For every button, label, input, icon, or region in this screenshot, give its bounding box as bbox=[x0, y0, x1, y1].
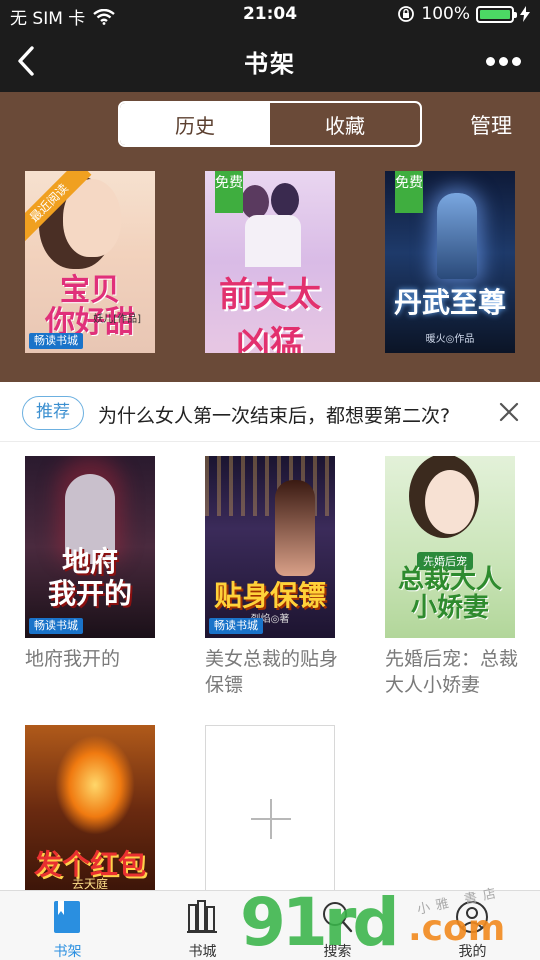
tab-history[interactable]: 历史 bbox=[120, 103, 270, 145]
book-cover-hongbao[interactable]: 发个红包 去天庭 bbox=[25, 725, 155, 895]
recommend-tag: 推荐 bbox=[22, 396, 84, 430]
navigation-bar: 书架 bbox=[0, 30, 540, 92]
tab-search[interactable]: 搜索 bbox=[270, 891, 405, 960]
page-title: 书架 bbox=[244, 50, 296, 78]
book-cover-danwu[interactable]: 免费 丹武至尊 暖火◎作品 bbox=[385, 171, 515, 353]
bookshelf-panel: 历史 收藏 管理 最近阅读 宝贝 你好甜 妖儿[作品] 畅读书城 免费 前夫太凶… bbox=[0, 92, 540, 382]
book-cover-xianhun[interactable]: 先婚后宠 总裁大人 小娇妻 bbox=[385, 456, 515, 638]
free-badge: 免费 bbox=[215, 171, 243, 213]
cover-art bbox=[437, 193, 477, 279]
more-dots-icon bbox=[486, 57, 495, 66]
tab-label: 书城 bbox=[188, 944, 217, 960]
cover-art bbox=[425, 470, 475, 534]
book-cover-difu[interactable]: 地府 我开的 畅读书城 bbox=[25, 456, 155, 638]
tab-label: 书架 bbox=[53, 944, 82, 960]
cover-art bbox=[205, 456, 335, 516]
book-title[interactable]: 地府我开的 bbox=[25, 646, 165, 672]
tab-label: 我的 bbox=[458, 944, 487, 960]
status-bar: 无 SIM 卡 21:04 100% bbox=[0, 0, 540, 30]
bookstore-icon bbox=[187, 900, 217, 933]
brand-badge: 畅读书城 bbox=[29, 333, 83, 349]
bottom-tab-bar: 书架 书城 搜索 我的 bbox=[0, 890, 540, 960]
brand-badge: 畅读书城 bbox=[29, 618, 83, 634]
status-right: 100% bbox=[397, 4, 530, 24]
tab-bookstore[interactable]: 书城 bbox=[135, 891, 270, 960]
cover-title: 贴身保镖 bbox=[213, 579, 326, 612]
cover-author: 妖儿[作品] bbox=[93, 314, 141, 325]
free-badge: 免费 bbox=[395, 171, 423, 213]
tab-profile[interactable]: 我的 bbox=[405, 891, 540, 960]
book-cover-baobei[interactable]: 最近阅读 宝贝 你好甜 妖儿[作品] 畅读书城 bbox=[25, 171, 155, 353]
tab-label: 搜索 bbox=[323, 944, 352, 960]
cover-art bbox=[55, 735, 135, 835]
recommendation-banner[interactable]: 推荐 为什么女人第一次结束后，都想要第二次? bbox=[0, 382, 540, 442]
bookshelf-icon bbox=[54, 901, 80, 933]
book-title[interactable]: 先婚后宠：总裁大人小娇妻 bbox=[385, 646, 525, 698]
book-title[interactable]: 美女总裁的贴身保镖 bbox=[205, 646, 345, 698]
cover-title: 丹武至尊 bbox=[393, 286, 506, 319]
tab-favorites[interactable]: 收藏 bbox=[270, 103, 420, 145]
battery-percent: 100% bbox=[421, 4, 470, 24]
cover-art bbox=[241, 183, 305, 267]
book-cover-baobiao[interactable]: 贴身保镖 烈焰◎著 畅读书城 bbox=[205, 456, 335, 638]
close-icon[interactable] bbox=[498, 401, 520, 423]
charging-bolt-icon bbox=[520, 6, 530, 22]
book-cover-qianfu[interactable]: 免费 前夫太凶猛 bbox=[205, 171, 335, 353]
tab-bookshelf[interactable]: 书架 bbox=[0, 891, 135, 960]
cover-title: 宝贝 你好甜 bbox=[45, 273, 135, 340]
cover-title: 前夫太凶猛 bbox=[219, 275, 321, 353]
recommend-text[interactable]: 为什么女人第一次结束后，都想要第二次? bbox=[98, 401, 450, 428]
rotation-lock-icon bbox=[398, 6, 415, 22]
user-icon bbox=[456, 901, 488, 933]
brand-badge: 畅读书城 bbox=[209, 618, 263, 634]
more-button[interactable] bbox=[484, 48, 524, 74]
search-icon bbox=[323, 902, 353, 933]
manage-button[interactable]: 管理 bbox=[470, 110, 512, 140]
cover-title: 总裁大人 小娇妻 bbox=[397, 565, 502, 623]
cover-author: 暖火◎作品 bbox=[425, 334, 475, 345]
add-book-button[interactable] bbox=[205, 725, 335, 895]
cover-title: 地府 我开的 bbox=[47, 545, 132, 610]
shelf-segment-control: 历史 收藏 bbox=[118, 101, 422, 147]
battery-icon bbox=[476, 5, 517, 23]
